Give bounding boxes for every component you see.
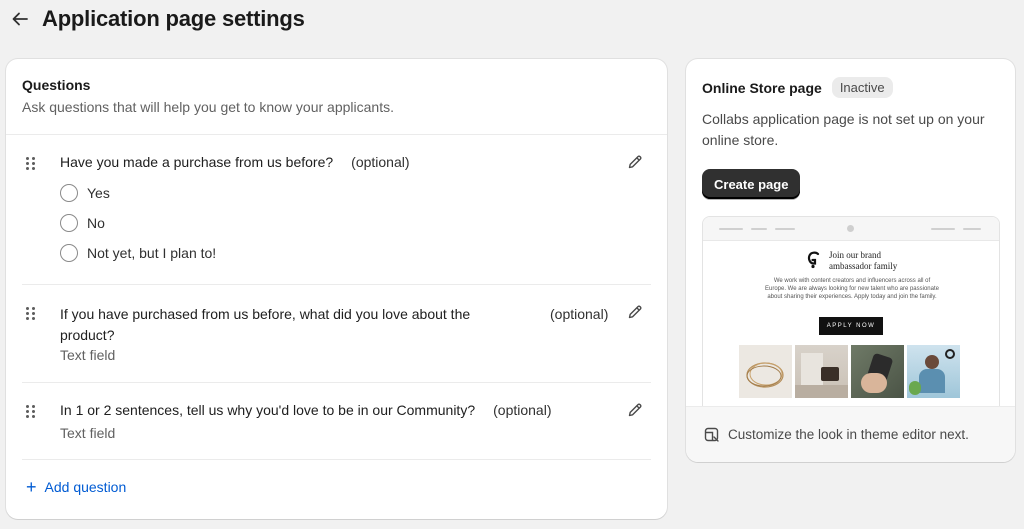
page-title: Application page settings — [42, 6, 305, 31]
question-text: Have you made a purchase from us before? — [60, 154, 334, 170]
field-type-label: Text field — [60, 347, 116, 363]
preview-brand-text: Join our brand ambassador family — [829, 250, 929, 272]
pencil-icon — [628, 305, 642, 319]
questions-title: Questions — [22, 77, 91, 93]
preview-image-person — [907, 345, 960, 398]
pencil-icon — [628, 403, 642, 417]
page-preview: Join our brand ambassador family We work… — [702, 216, 1000, 406]
edit-question-button[interactable] — [627, 402, 645, 420]
radio-option-not-yet[interactable]: Not yet, but I plan to! — [60, 244, 216, 262]
preview-images — [739, 345, 960, 398]
preview-brand-line: Join our brand — [829, 250, 881, 260]
back-button[interactable] — [10, 9, 30, 29]
radio-option-yes[interactable]: Yes — [60, 184, 110, 202]
optional-label: (optional) — [351, 154, 410, 170]
questions-header: Questions Ask questions that will help y… — [6, 59, 667, 135]
edit-question-button[interactable] — [627, 304, 645, 322]
question-item: Have you made a purchase from us before?… — [22, 135, 651, 285]
drag-handle-icon[interactable] — [26, 307, 38, 321]
optional-label: (optional) — [550, 306, 609, 322]
question-text-line: product? — [60, 327, 115, 343]
preview-image-rings — [739, 345, 792, 398]
preview-brand-line: ambassador family — [829, 261, 898, 271]
radio-button[interactable] — [60, 214, 78, 232]
radio-option-no[interactable]: No — [60, 214, 105, 232]
page-header: Application page settings — [10, 4, 305, 34]
add-question-label: Add question — [44, 479, 127, 495]
preview-navbar — [703, 217, 999, 241]
option-label: Not yet, but I plan to! — [87, 245, 217, 261]
edit-question-button[interactable] — [627, 154, 645, 172]
optional-label: (optional) — [493, 402, 552, 418]
questions-subtitle: Ask questions that will help you get to … — [22, 99, 394, 115]
question-item: If you have purchased from us before, wh… — [22, 285, 651, 383]
theme-editor-icon — [704, 427, 719, 442]
question-text: In 1 or 2 sentences, tell us why you'd l… — [60, 402, 476, 418]
preview-image-phone — [851, 345, 904, 398]
question-item: In 1 or 2 sentences, tell us why you'd l… — [22, 383, 651, 460]
question-label: Have you made a purchase from us before?… — [60, 154, 410, 170]
question-text-line: If you have purchased from us before, wh… — [60, 306, 471, 322]
store-description: Collabs application page is not set up o… — [702, 111, 985, 148]
arrow-left-icon — [12, 12, 28, 26]
questions-card: Questions Ask questions that will help y… — [6, 59, 667, 519]
drag-handle-icon[interactable] — [26, 157, 38, 171]
store-title: Online Store page — [702, 79, 822, 96]
option-label: Yes — [87, 185, 110, 201]
create-page-button[interactable]: Create page — [702, 169, 801, 199]
theme-editor-text: Customize the look in theme editor next. — [728, 427, 969, 442]
brand-logo-icon — [807, 251, 820, 269]
field-type-label: Text field — [60, 425, 116, 441]
pencil-icon — [628, 155, 642, 169]
plus-icon: + — [26, 477, 37, 497]
question-text: If you have purchased from us before, wh… — [60, 304, 470, 346]
add-question-button[interactable]: + Add question — [26, 477, 127, 497]
preview-image-interior — [795, 345, 848, 398]
preview-apply-button: APPLY NOW — [819, 317, 883, 335]
drag-handle-icon[interactable] — [26, 405, 38, 419]
theme-editor-hint: Customize the look in theme editor next. — [686, 406, 1015, 462]
question-label: In 1 or 2 sentences, tell us why you'd l… — [60, 402, 552, 418]
option-label: No — [87, 215, 105, 231]
preview-body-text: We work with content creators and influe… — [765, 278, 939, 300]
online-store-card: Online Store page Inactive Collabs appli… — [686, 59, 1015, 462]
radio-button[interactable] — [60, 184, 78, 202]
store-header: Online Store page Inactive — [702, 77, 893, 98]
status-badge: Inactive — [831, 77, 893, 98]
radio-button[interactable] — [60, 244, 78, 262]
